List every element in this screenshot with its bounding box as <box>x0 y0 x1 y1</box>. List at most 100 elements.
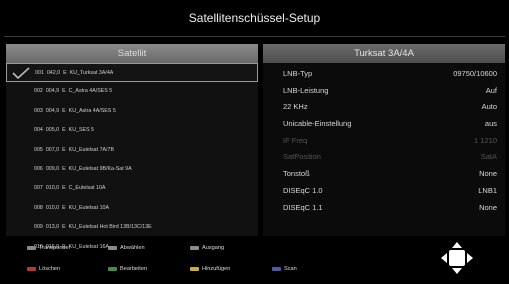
add-key[interactable]: Hinzufügen <box>190 264 230 275</box>
scan-label: Scan <box>284 266 297 272</box>
setting-label: Unicable-Einstellung <box>283 119 352 129</box>
satellite-row[interactable]: 001 042,0 E KU_Turksat 3A/4A <box>6 63 258 83</box>
selected-satellite-heading: Turksat 3A/4A <box>263 44 505 63</box>
satellite-row-text: 009 013,0 E KU_Eutelsat Hot Bird 13B/13C/13… <box>34 218 155 237</box>
satellite-num: 001 <box>35 70 44 76</box>
setting-label: 22 KHz <box>283 102 308 112</box>
satellite-name: KU_Eutelsat Hot Bird 13B/13C/13E <box>68 224 152 231</box>
transponder-label: Transponder <box>39 245 71 251</box>
setting-row: IF Freq 1 1210 <box>263 133 505 150</box>
exit-key-icon <box>190 245 199 250</box>
transponder-key[interactable]: Transponder <box>27 243 71 254</box>
setting-row[interactable]: DISEqC 1.0 LNB1 <box>263 183 505 200</box>
setting-value: aus <box>484 119 497 129</box>
satellite-row-text: 002 004,9 E C_Astra 4A/SES 5 <box>34 82 115 101</box>
satellite-dir: E <box>62 127 66 134</box>
satellite-row-text: 008 010,0 E KU_Eutelsat 10A <box>34 199 112 218</box>
setting-value: Auf <box>485 85 497 95</box>
satellite-row[interactable]: 005 007,0 E KU_Eutelsat 7A/7B <box>6 141 258 160</box>
satellite-num: 002 <box>34 88 43 95</box>
blue-key-icon <box>272 266 281 271</box>
divider <box>4 36 505 37</box>
green-key-icon <box>108 266 117 271</box>
deselect-key[interactable]: Abwählen <box>108 243 145 254</box>
satellite-num: 008 <box>34 204 43 211</box>
footer-key-legend: Transponder Abwählen Ausgang Löschen Bea… <box>0 240 509 284</box>
lnb-settings-list: LNB-Typ 09750/10600 LNB-Leistung Auf 22 KHz A… <box>263 66 505 216</box>
satellite-dir: E <box>62 88 66 95</box>
page-title: Satellitenschüssel-Setup <box>188 11 321 25</box>
satellite-row[interactable]: 007 010,0 E C_Eutelsat 10A <box>6 179 258 198</box>
satellite-pos: 004,9 <box>45 107 60 114</box>
satellite-dir: E <box>62 146 66 153</box>
satellite-row-text: 003 004,9 E KU_Astra 4A/SES 5 <box>34 102 119 121</box>
delete-label: Löschen <box>39 266 61 272</box>
satellite-pos: 013,0 <box>45 224 60 231</box>
satellite-dir: E <box>62 107 66 114</box>
satellite-row-text: 001 042,0 E KU_Turksat 3A/4A <box>35 64 116 83</box>
edit-label: Bearbeiten <box>120 266 148 272</box>
satellite-dir: E <box>62 165 66 172</box>
ok-key-icon <box>27 245 36 250</box>
setting-value: Auto <box>481 102 497 112</box>
satellite-row-text: 006 009,0 E KU_Eutelsat 9B/Ka-Sat 9A <box>34 160 135 179</box>
satellite-name: C_Eutelsat 10A <box>68 185 106 192</box>
setting-value: LNB1 <box>478 185 497 195</box>
satellite-name: KU_Eutelsat 9B/Ka-Sat 9A <box>68 165 132 172</box>
setting-label: IF Freq <box>283 135 308 145</box>
setting-value: None <box>479 202 497 212</box>
deselect-label: Abwählen <box>120 245 145 251</box>
lnb-settings-panel: Turksat 3A/4A LNB-Typ 09750/10600 LNB-Leis… <box>263 44 505 236</box>
satellite-row-text: 005 007,0 E KU_Eutelsat 7A/7B <box>34 141 117 160</box>
delete-key[interactable]: Löschen <box>27 264 60 275</box>
satellite-pos: 007,0 <box>45 146 60 153</box>
setting-row[interactable]: DISEqC 1.1 None <box>263 200 505 217</box>
exit-label: Ausgang <box>202 245 225 251</box>
satellite-pos: 009,0 <box>45 165 60 172</box>
satellite-num: 007 <box>34 185 43 192</box>
satellite-num: 003 <box>34 107 43 114</box>
satellite-name: KU_Turksat 3A/4A <box>69 70 114 76</box>
setting-value: 1 1210 <box>474 135 497 145</box>
satellite-row-text: 007 010,0 E C_Eutelsat 10A <box>34 179 108 198</box>
satellite-name: KU_SES 5 <box>68 127 94 134</box>
satellite-row[interactable]: 008 010,0 E KU_Eutelsat 10A <box>6 199 258 218</box>
edit-key[interactable]: Bearbeiten <box>108 264 147 275</box>
satellite-row-text: 004 005,0 E KU_SES 5 <box>34 121 97 140</box>
exit-key[interactable]: Ausgang <box>190 243 224 254</box>
satellite-row[interactable]: 004 005,0 E KU_SES 5 <box>6 121 258 140</box>
satellite-pos: 010,0 <box>45 185 60 192</box>
satellite-name: KU_Eutelsat 7A/7B <box>68 146 115 153</box>
setting-row[interactable]: 22 KHz Auto <box>263 99 505 116</box>
satellite-row[interactable]: 002 004,9 E C_Astra 4A/SES 5 <box>6 82 258 101</box>
satellite-list: 001 042,0 E KU_Turksat 3A/4A 002 004,9 E C_Astr… <box>6 63 258 257</box>
setting-label: Tonstoß <box>283 169 310 179</box>
red-key-icon <box>27 266 36 271</box>
satellite-row[interactable]: 003 004,9 E KU_Astra 4A/SES 5 <box>6 102 258 121</box>
setting-label: DISEqC 1.1 <box>283 202 323 212</box>
satellite-row[interactable]: 006 009,0 E KU_Eutelsat 9B/Ka-Sat 9A <box>6 160 258 179</box>
satellite-row[interactable]: 009 013,0 E KU_Eutelsat Hot Bird 13B/13C/13… <box>6 218 258 237</box>
setting-row[interactable]: Tonstoß None <box>263 166 505 183</box>
scan-key[interactable]: Scan <box>272 264 297 275</box>
setting-row[interactable]: LNB-Typ 09750/10600 <box>263 66 505 83</box>
setting-value: SatA <box>480 152 497 162</box>
satellite-panel-heading: Satellit <box>6 44 258 63</box>
satellite-pos: 005,0 <box>45 127 60 134</box>
satellite-name: KU_Eutelsat 10A <box>68 204 109 211</box>
setting-row[interactable]: LNB-Leistung Auf <box>263 83 505 100</box>
satellite-dir: E <box>62 204 66 211</box>
satellite-num: 006 <box>34 165 43 172</box>
setting-value: 09750/10600 <box>453 69 497 78</box>
satellite-pos: 010,0 <box>45 204 60 211</box>
satellite-num: 004 <box>34 127 43 134</box>
satellite-num: 005 <box>34 146 43 153</box>
ok-key-icon <box>108 245 117 250</box>
setting-label: DISEqC 1.0 <box>283 185 323 195</box>
setting-label: SatPosition <box>283 152 321 162</box>
satellite-name: KU_Astra 4A/SES 5 <box>68 107 116 114</box>
checkmark-icon <box>12 67 30 79</box>
satellite-name: C_Astra 4A/SES 5 <box>68 88 113 95</box>
setting-row[interactable]: Unicable-Einstellung aus <box>263 116 505 133</box>
setting-value: None <box>479 169 497 179</box>
